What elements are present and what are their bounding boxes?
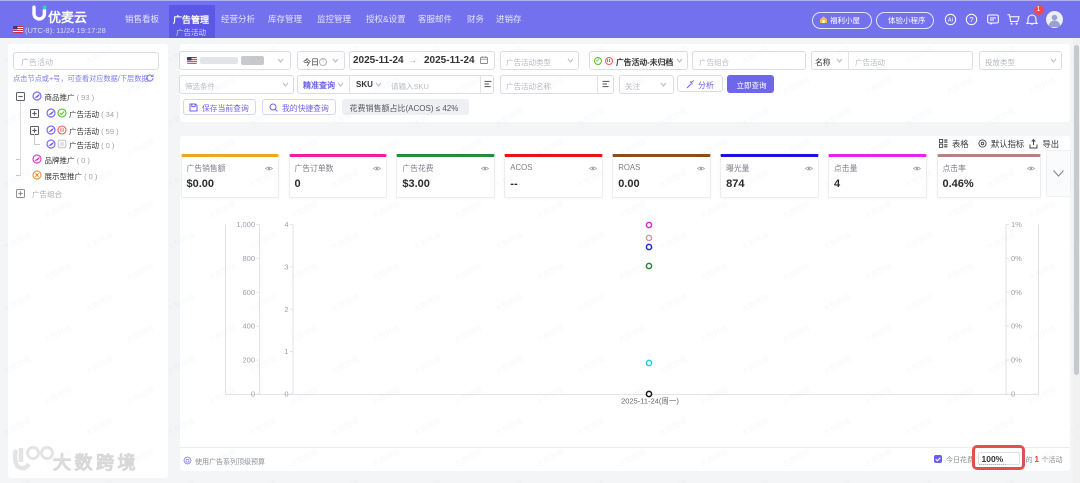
- svg-text:AI: AI: [948, 18, 954, 24]
- svg-text:0%: 0%: [1011, 254, 1022, 263]
- svg-text:0: 0: [1011, 390, 1015, 399]
- svg-text:0: 0: [251, 390, 255, 399]
- svg-text:1,000: 1,000: [236, 220, 255, 229]
- svg-text:3: 3: [284, 262, 288, 271]
- svg-text:0%: 0%: [1011, 322, 1022, 331]
- svg-text:4: 4: [284, 220, 288, 229]
- svg-text:0%: 0%: [1011, 288, 1022, 297]
- svg-text:0: 0: [284, 390, 288, 399]
- svg-text:800: 800: [242, 254, 255, 263]
- svg-text:1: 1: [284, 347, 288, 356]
- svg-text:2: 2: [284, 305, 288, 314]
- svg-text:0%: 0%: [1011, 356, 1022, 365]
- svg-text:400: 400: [242, 322, 255, 331]
- svg-text:?: ?: [969, 15, 973, 24]
- svg-text:200: 200: [242, 356, 255, 365]
- svg-text:大数跨境: 大数跨境: [53, 452, 139, 473]
- svg-text:1%: 1%: [1011, 220, 1022, 229]
- svg-text:600: 600: [242, 288, 255, 297]
- svg-text:2025-11-24(周一): 2025-11-24(周一): [621, 397, 679, 406]
